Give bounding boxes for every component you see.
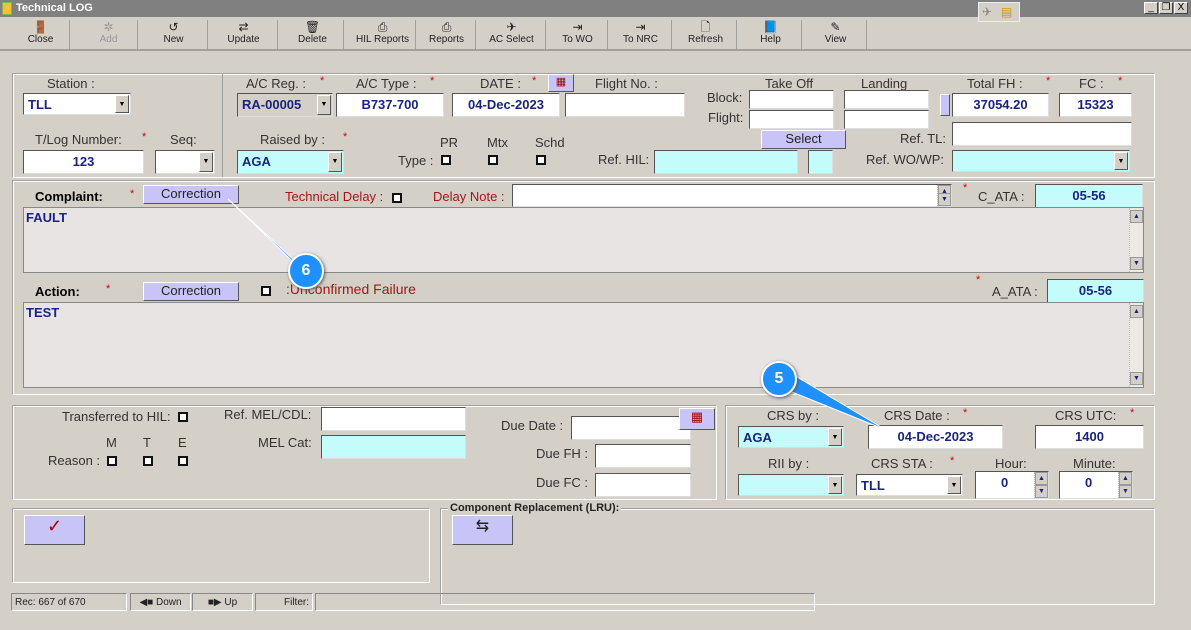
callout-6: 6 — [288, 253, 324, 289]
callout-5-pointer — [780, 366, 887, 431]
callout-pointers — [227, 198, 887, 431]
callout-5: 5 — [761, 361, 797, 397]
